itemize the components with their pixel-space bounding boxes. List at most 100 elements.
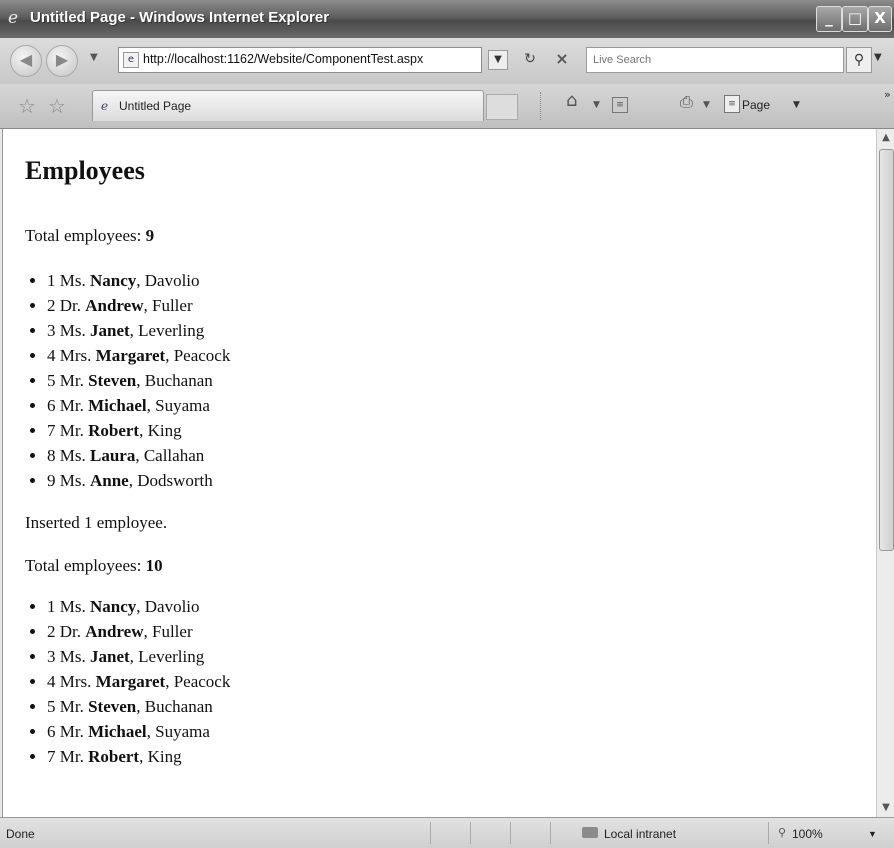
- total-value: 9: [145, 226, 155, 245]
- total-label: Total employees:: [25, 226, 146, 245]
- title-bar: e Untitled Page - Windows Internet Explo…: [0, 0, 894, 38]
- forward-arrow-icon: ▶: [55, 50, 69, 69]
- employee-last-name: King: [147, 421, 182, 440]
- page-heading: Employees: [25, 156, 145, 185]
- home-dropdown[interactable]: ▼: [593, 100, 600, 110]
- address-url[interactable]: http://localhost:1162/Website/ComponentT…: [143, 52, 423, 66]
- home-icon[interactable]: ⌂: [566, 90, 577, 111]
- employee-last-name: Suyama: [155, 396, 210, 415]
- employee-title: Dr.: [59, 622, 81, 641]
- print-dropdown[interactable]: ▼: [703, 100, 710, 110]
- recent-pages-dropdown[interactable]: ▼: [90, 52, 98, 63]
- maximize-button[interactable]: □: [842, 6, 868, 32]
- employee-id: 5: [47, 697, 56, 716]
- tab-bar: ☆ ☆ e Untitled Page ⌂ ▼ ≡ ⎙ ▼ ≡ Page ▼ »: [0, 84, 894, 129]
- employee-title: Mr.: [59, 421, 84, 440]
- window-title: Untitled Page - Windows Internet Explore…: [30, 9, 330, 26]
- security-zone[interactable]: Local intranet: [604, 827, 676, 841]
- inserted-message: Inserted 1 employee.: [25, 513, 168, 532]
- employee-last-name: Callahan: [143, 446, 205, 465]
- favorites-star-icon[interactable]: ☆: [18, 94, 36, 118]
- employee-title: Mr.: [59, 747, 84, 766]
- employee-title: Ms.: [59, 471, 86, 490]
- scroll-thumb[interactable]: [879, 149, 894, 551]
- close-button[interactable]: X: [868, 6, 892, 32]
- zoom-dropdown[interactable]: ▼: [868, 829, 877, 839]
- stop-icon[interactable]: ×: [550, 48, 574, 70]
- employee-list-item: 7 Mr. Robert, King: [47, 744, 877, 769]
- employee-title: Mr.: [59, 396, 84, 415]
- minimize-button[interactable]: _: [816, 6, 842, 32]
- page-menu-button[interactable]: Page: [742, 98, 770, 112]
- forward-button[interactable]: ▶: [46, 45, 78, 77]
- employee-first-name: Steven: [88, 697, 137, 716]
- search-icon[interactable]: ⚲: [846, 47, 872, 73]
- refresh-icon[interactable]: ↻: [518, 48, 542, 70]
- new-tab-button[interactable]: [486, 94, 518, 120]
- employee-last-name: Peacock: [173, 672, 231, 691]
- status-separator: [768, 822, 769, 844]
- employee-list-item: 3 Ms. Janet, Leverling: [47, 644, 877, 669]
- employee-last-name: Davolio: [144, 271, 200, 290]
- employee-title: Mr.: [59, 697, 84, 716]
- employee-id: 1: [47, 271, 56, 290]
- employee-list-item: 3 Ms. Janet, Leverling: [47, 318, 877, 343]
- back-button[interactable]: ◀: [10, 45, 42, 77]
- employee-id: 6: [47, 722, 56, 741]
- search-options-dropdown[interactable]: ▼: [874, 52, 882, 63]
- employee-last-name: Fuller: [152, 622, 193, 641]
- feeds-icon[interactable]: ≡: [612, 97, 628, 113]
- add-favorite-icon[interactable]: ☆: [48, 94, 66, 118]
- employee-last-name: Suyama: [155, 722, 210, 741]
- more-tools-chevron-icon[interactable]: »: [884, 88, 891, 101]
- employee-title: Dr.: [59, 296, 81, 315]
- employee-title: Ms.: [59, 647, 86, 666]
- tab-untitled-page[interactable]: e Untitled Page: [92, 90, 484, 121]
- search-box[interactable]: [586, 47, 844, 73]
- employee-list: 1 Ms. Nancy, Davolio2 Dr. Andrew, Fuller…: [25, 268, 877, 493]
- employee-title: Ms.: [59, 597, 86, 616]
- employee-id: 2: [47, 622, 56, 641]
- tab-ie-icon: e: [101, 99, 109, 113]
- employee-last-name: Leverling: [138, 647, 205, 666]
- employee-title: Ms.: [59, 446, 86, 465]
- total-employees-line: Total employees: 9: [25, 226, 877, 246]
- employee-id: 4: [47, 672, 56, 691]
- employee-list-item: 2 Dr. Andrew, Fuller: [47, 619, 877, 644]
- scroll-up-arrow-icon[interactable]: ▲: [877, 129, 894, 147]
- ie-icon: e: [8, 8, 19, 28]
- page-menu-dropdown[interactable]: ▼: [793, 100, 800, 110]
- employee-first-name: Nancy: [89, 597, 137, 616]
- employee-first-name: Janet: [89, 647, 130, 666]
- employee-list-item: 5 Mr. Steven, Buchanan: [47, 368, 877, 393]
- employee-last-name: Davolio: [144, 597, 200, 616]
- search-input[interactable]: [587, 49, 839, 71]
- employee-first-name: Robert: [88, 421, 140, 440]
- employee-first-name: Michael: [88, 396, 147, 415]
- total-label: Total employees:: [25, 556, 146, 575]
- employee-first-name: Anne: [89, 471, 129, 490]
- status-bar: Done Local intranet ⚲ 100% ▼: [0, 817, 894, 848]
- employee-id: 8: [47, 446, 56, 465]
- print-icon[interactable]: ⎙: [680, 92, 693, 112]
- total-value: 10: [145, 556, 163, 575]
- employee-list-item: 1 Ms. Nancy, Davolio: [47, 268, 877, 293]
- status-separator: [510, 822, 511, 844]
- scroll-down-arrow-icon[interactable]: ▼: [877, 799, 894, 817]
- address-dropdown[interactable]: ▼: [488, 50, 508, 70]
- employee-last-name: Leverling: [138, 321, 205, 340]
- vertical-scrollbar[interactable]: ▲ ▼: [876, 129, 894, 817]
- address-bar[interactable]: e http://localhost:1162/Website/Componen…: [118, 47, 482, 73]
- employee-id: 9: [47, 471, 56, 490]
- employee-title: Ms.: [59, 271, 86, 290]
- employee-list-item: 1 Ms. Nancy, Davolio: [47, 594, 877, 619]
- employee-title: Mr.: [59, 371, 84, 390]
- tab-label: Untitled Page: [119, 99, 192, 113]
- zoom-level[interactable]: 100%: [792, 827, 823, 841]
- employee-last-name: Peacock: [173, 346, 231, 365]
- page-content: Employees Total employees: 9 1 Ms. Nancy…: [2, 129, 877, 817]
- employee-first-name: Robert: [88, 747, 140, 766]
- employee-id: 5: [47, 371, 56, 390]
- employee-first-name: Laura: [89, 446, 136, 465]
- employee-first-name: Steven: [88, 371, 137, 390]
